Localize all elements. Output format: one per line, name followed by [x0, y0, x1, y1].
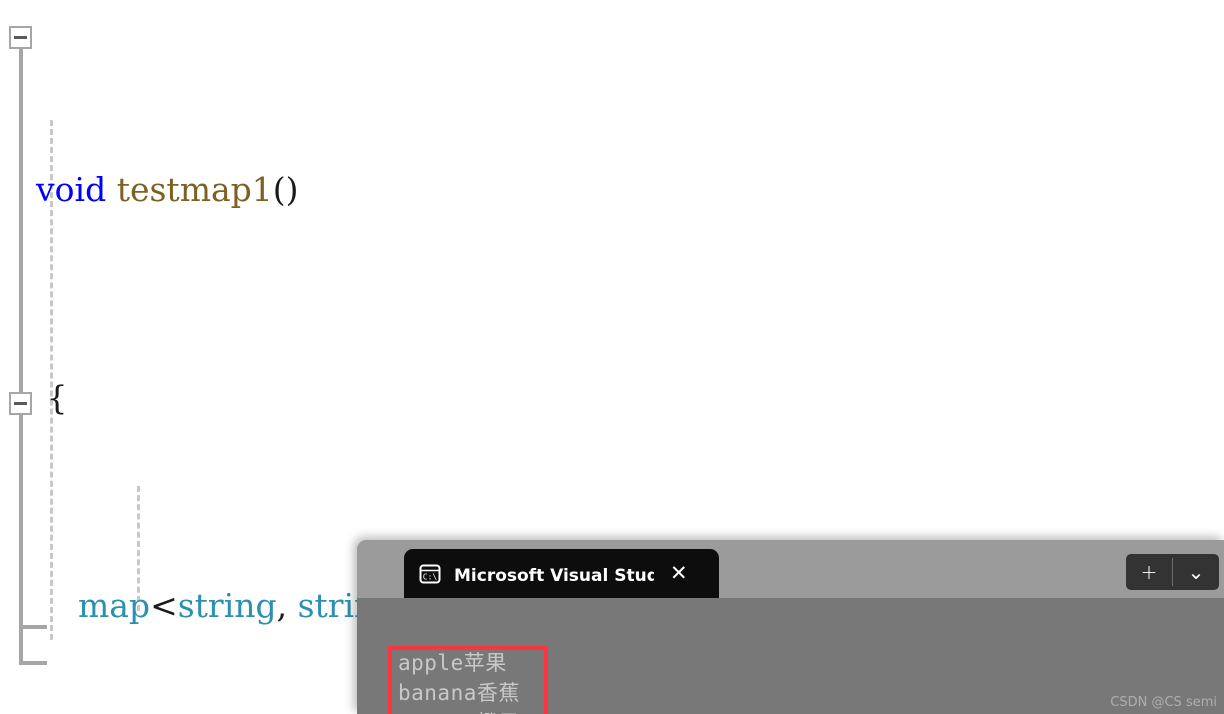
close-icon[interactable]: ✕ — [670, 563, 688, 584]
terminal-tab[interactable]: C:\ Microsoft Visual Studio 调试挂 ✕ — [404, 549, 719, 598]
token-brace-open: { — [46, 378, 68, 417]
svg-text:C:\: C:\ — [423, 572, 438, 581]
terminal-tab-title: Microsoft Visual Studio 调试挂 — [454, 566, 654, 586]
chevron-down-icon[interactable]: ⌄ — [1173, 554, 1219, 590]
watermark: CSDN @CS semi — [1110, 695, 1217, 710]
token-angle-open: < — [150, 586, 178, 625]
new-tab-button[interactable]: + — [1126, 554, 1172, 590]
code-line-1: void testmap1() — [0, 164, 1224, 216]
command-prompt-icon: C:\ — [418, 562, 442, 586]
token-void: void — [36, 170, 107, 209]
terminal-window[interactable]: C:\ Microsoft Visual Studio 调试挂 ✕ + ⌄ ap… — [357, 540, 1224, 714]
token-map: map — [77, 586, 151, 625]
token-string: string — [177, 586, 277, 625]
terminal-tab-actions[interactable]: + ⌄ — [1126, 554, 1219, 590]
token-function-name: testmap1 — [116, 170, 273, 209]
token-paren-close: ) — [285, 170, 299, 209]
terminal-output-line-3: orange橙子 — [398, 708, 520, 714]
terminal-output-line-1: apple苹果 — [398, 651, 507, 675]
terminal-output-line-2: banana香蕉 — [398, 681, 520, 705]
code-line-2: { — [0, 372, 1224, 424]
terminal-titlebar[interactable]: C:\ Microsoft Visual Studio 调试挂 ✕ + ⌄ — [357, 540, 1224, 598]
token-paren-open: ( — [272, 170, 286, 209]
terminal-body[interactable]: apple苹果 banana香蕉 orange橙子 — [357, 598, 1224, 714]
screenshot-root: void testmap1() { map<string, string> ma… — [0, 0, 1224, 714]
token-comma: , — [276, 586, 298, 625]
